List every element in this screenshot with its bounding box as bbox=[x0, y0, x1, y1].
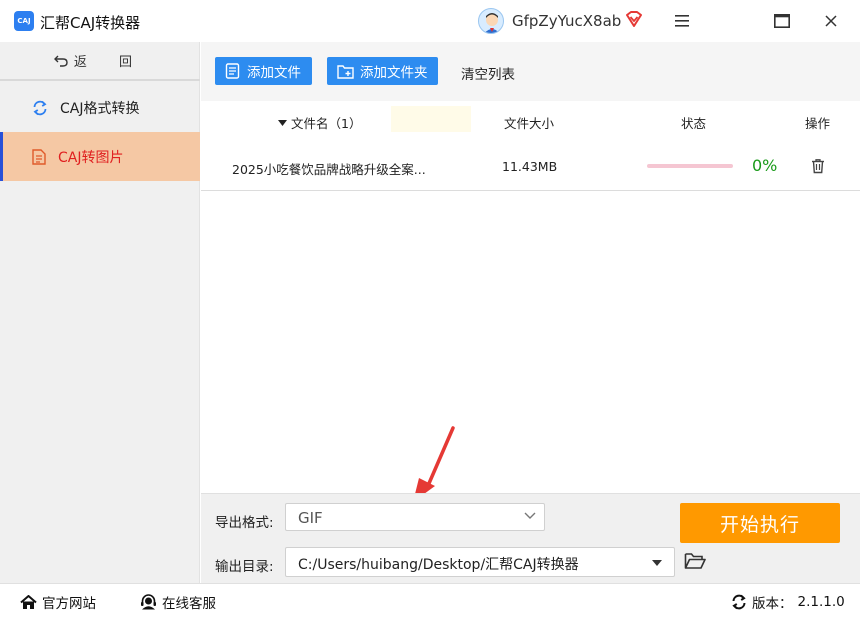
back-arrow-icon bbox=[53, 55, 68, 67]
add-folder-button[interactable]: 添加文件夹 bbox=[327, 57, 438, 85]
progress-bar bbox=[647, 164, 733, 168]
online-service-link[interactable]: 在线客服 bbox=[140, 592, 216, 612]
header-status: 状态 bbox=[681, 116, 707, 131]
sidebar-item-label: CAJ格式转换 bbox=[60, 100, 140, 117]
title-bar: CAJ 汇帮CAJ转换器 GfpZyYucX8ab bbox=[0, 0, 860, 42]
sidebar-item-caj-format[interactable]: CAJ格式转换 bbox=[0, 83, 200, 132]
output-settings: 导出格式: GIF 输出目录: C:/Users/huibang/Desktop… bbox=[201, 493, 860, 583]
toolbar: 添加文件 添加文件夹 清空列表 bbox=[201, 42, 860, 101]
home-icon bbox=[20, 594, 37, 609]
clear-list-button[interactable]: 清空列表 bbox=[461, 63, 515, 83]
add-file-label: 添加文件 bbox=[247, 65, 301, 81]
online-service-label: 在线客服 bbox=[162, 596, 216, 612]
app-title: 汇帮CAJ转换器 bbox=[40, 14, 141, 32]
file-icon bbox=[225, 63, 240, 79]
maximize-icon[interactable] bbox=[773, 12, 791, 30]
username[interactable]: GfpZyYucX8ab bbox=[512, 12, 621, 30]
output-dir-select[interactable]: C:/Users/huibang/Desktop/汇帮CAJ转换器 bbox=[285, 547, 675, 577]
status-bar: 官方网站 在线客服 版本： 2.1.1.0 bbox=[0, 583, 860, 617]
app-logo: CAJ bbox=[14, 11, 34, 31]
sidebar-item-label: CAJ转图片 bbox=[58, 149, 124, 166]
open-folder-icon[interactable] bbox=[684, 552, 706, 572]
sidebar: 返 回 CAJ格式转换 CAJ转图片 bbox=[0, 42, 200, 583]
format-select[interactable]: GIF bbox=[285, 503, 545, 531]
output-dir-label: 输出目录: bbox=[215, 559, 274, 575]
output-dir-value: C:/Users/huibang/Desktop/汇帮CAJ转换器 bbox=[298, 557, 579, 573]
refresh-icon bbox=[732, 594, 746, 610]
official-website-label: 官方网站 bbox=[42, 596, 96, 612]
back-button[interactable]: 返 回 bbox=[0, 42, 200, 81]
back-label: 返 回 bbox=[73, 55, 147, 70]
chevron-down-icon bbox=[524, 512, 536, 519]
file-table: 文件名（1） 文件大小 状态 操作 2025小吃餐饮品牌战略升级全案... 11… bbox=[201, 101, 860, 493]
add-folder-label: 添加文件夹 bbox=[360, 65, 428, 81]
vip-diamond-icon[interactable] bbox=[625, 11, 643, 27]
format-label: 导出格式: bbox=[215, 515, 274, 531]
header-filename-label: 文件名（1） bbox=[291, 116, 362, 131]
headset-icon bbox=[141, 594, 156, 610]
dropdown-caret-icon bbox=[652, 560, 662, 566]
table-row[interactable]: 2025小吃餐饮品牌战略升级全案... 11.43MB 0% bbox=[201, 141, 860, 191]
document-icon bbox=[32, 148, 46, 165]
sidebar-item-caj-image[interactable]: CAJ转图片 bbox=[0, 132, 200, 181]
file-name: 2025小吃餐饮品牌战略升级全案... bbox=[232, 162, 426, 177]
format-value: GIF bbox=[298, 509, 323, 527]
header-filesize: 文件大小 bbox=[504, 116, 555, 131]
start-button[interactable]: 开始执行 bbox=[680, 503, 840, 543]
trash-icon[interactable] bbox=[810, 158, 826, 174]
progress-percent: 0% bbox=[752, 156, 778, 175]
sort-down-icon bbox=[278, 119, 287, 126]
refresh-icon bbox=[33, 100, 47, 115]
avatar-icon bbox=[484, 13, 500, 33]
header-highlight bbox=[391, 106, 471, 132]
add-file-button[interactable]: 添加文件 bbox=[215, 57, 312, 85]
header-filename[interactable]: 文件名（1） bbox=[278, 113, 361, 132]
official-website-link[interactable]: 官方网站 bbox=[20, 592, 96, 612]
folder-plus-icon bbox=[337, 64, 354, 79]
file-size: 11.43MB bbox=[502, 159, 558, 174]
version-info: 版本： 2.1.1.0 bbox=[731, 592, 845, 612]
table-header: 文件名（1） 文件大小 状态 操作 bbox=[201, 101, 860, 141]
header-operation: 操作 bbox=[805, 116, 831, 131]
version-number: 2.1.1.0 bbox=[797, 594, 845, 610]
menu-icon[interactable] bbox=[673, 12, 691, 30]
version-label: 版本： bbox=[752, 596, 793, 612]
user-avatar[interactable] bbox=[478, 8, 504, 34]
close-icon[interactable] bbox=[822, 12, 840, 30]
